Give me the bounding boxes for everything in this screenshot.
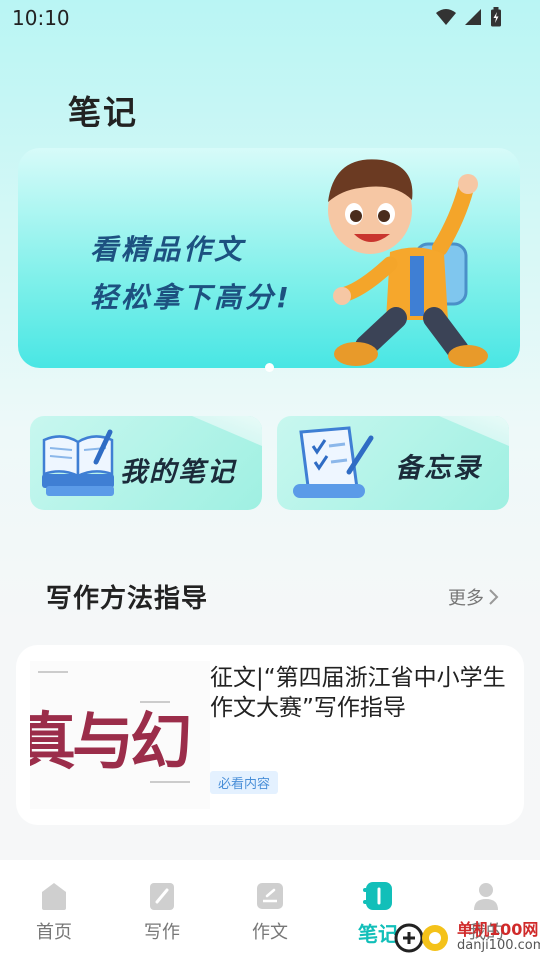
article-card[interactable]: 真与幻 征文|“第四届浙江省中小学生作文大赛”写作指导 必看内容 xyxy=(16,645,524,825)
status-icons xyxy=(436,7,502,27)
tab-write-label: 写作 xyxy=(144,922,180,943)
tab-home[interactable]: 首页 xyxy=(14,880,94,944)
memo-button[interactable]: 备忘录 xyxy=(277,416,509,510)
more-link[interactable]: 更多 xyxy=(448,584,500,610)
carousel-indicator xyxy=(265,363,274,372)
user-icon xyxy=(474,883,498,910)
status-bar: 10:10 xyxy=(0,0,540,36)
thumbnail-text: 真与幻 xyxy=(30,705,192,778)
wifi-icon xyxy=(436,9,456,25)
battery-icon xyxy=(491,7,501,27)
watermark-logo xyxy=(394,923,448,953)
page-title: 笔记 xyxy=(68,93,138,132)
article-tag: 必看内容 xyxy=(210,771,279,794)
article-title: 征文|“第四届浙江省中小学生作文大赛”写作指导 xyxy=(210,665,506,721)
section-title: 写作方法指导 xyxy=(46,584,209,614)
checklist-scroll-icon xyxy=(293,426,374,498)
notebook-icon xyxy=(363,882,392,910)
banner-line-1: 看精品作文 xyxy=(90,233,246,266)
tab-essays[interactable]: 作文 xyxy=(230,880,310,944)
signal-icon xyxy=(465,9,481,25)
article-thumbnail: 真与幻 xyxy=(30,661,210,809)
watermark: 单机100网 danji100.com xyxy=(393,918,540,958)
status-time: 10:10 xyxy=(12,6,70,30)
tab-write[interactable]: 写作 xyxy=(122,880,202,944)
pencil-note-icon xyxy=(150,883,174,910)
my-notes-button[interactable]: 我的笔记 xyxy=(30,416,262,510)
memo-label: 备忘录 xyxy=(395,453,482,484)
cartoon-boy-illustration xyxy=(328,159,488,367)
tab-home-label: 首页 xyxy=(36,922,72,943)
book-icon xyxy=(42,429,114,496)
banner-line-2: 轻松拿下高分! xyxy=(90,281,292,314)
watermark-line-2: danji100.com xyxy=(457,938,540,953)
tab-essays-label: 作文 xyxy=(252,922,288,943)
more-label: 更多 xyxy=(448,588,484,609)
document-icon xyxy=(257,883,283,909)
watermark-line-1: 单机100网 xyxy=(457,920,539,939)
chevron-right-icon xyxy=(489,589,499,605)
my-notes-label: 我的笔记 xyxy=(120,457,236,488)
home-icon xyxy=(42,883,66,910)
promo-banner[interactable]: 看精品作文 轻松拿下高分! xyxy=(18,148,520,368)
banner-text: 看精品作文 轻松拿下高分! xyxy=(90,226,292,322)
